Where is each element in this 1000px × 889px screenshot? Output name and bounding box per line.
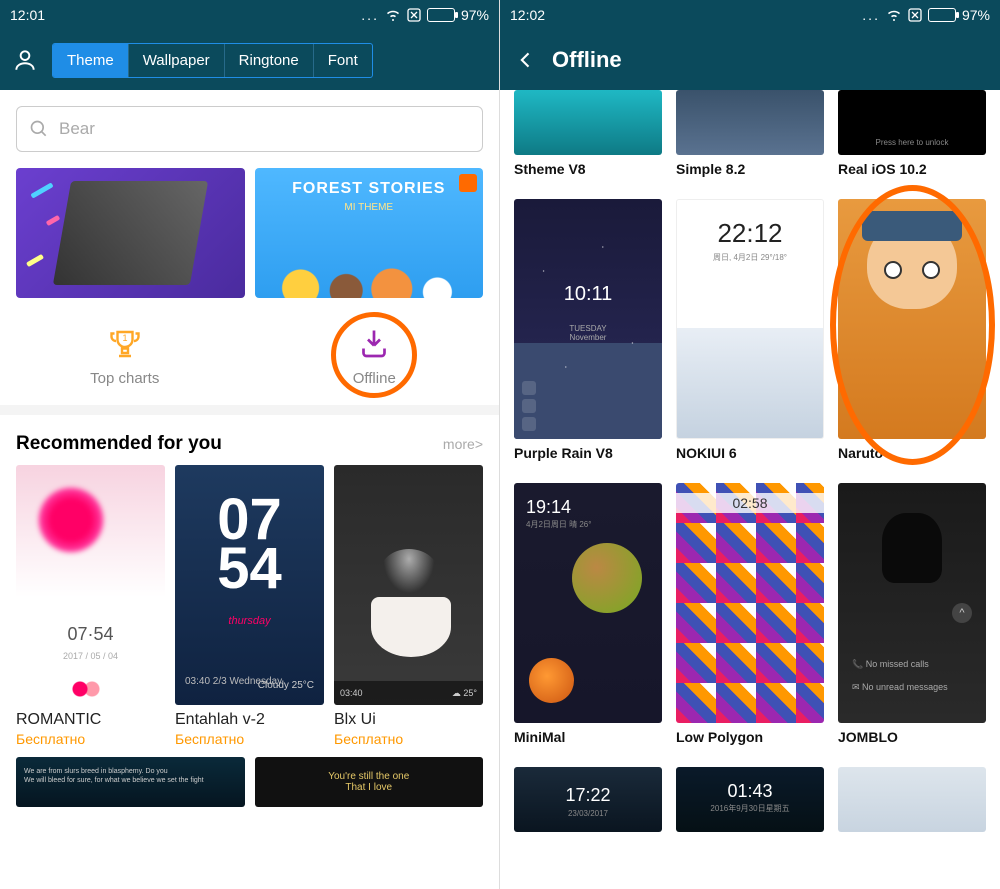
screen-theme-store: 12:01 ... 97% Theme Wallpaper Ringtone F… bbox=[0, 0, 500, 889]
offline-button[interactable]: Offline bbox=[250, 326, 500, 387]
trophy-icon: 1 bbox=[107, 326, 143, 362]
search-icon bbox=[29, 119, 49, 139]
theme-thumbnail bbox=[838, 767, 986, 832]
tab-ringtone[interactable]: Ringtone bbox=[225, 44, 314, 77]
status-icons: ... 97% bbox=[361, 7, 489, 23]
theme-card[interactable] bbox=[838, 767, 986, 832]
theme-card[interactable]: 10:11 TUESDAYNovember Purple Rain V8 bbox=[514, 199, 662, 471]
status-time: 12:02 bbox=[510, 7, 545, 23]
theme-name: Naruto bbox=[838, 445, 986, 461]
back-button[interactable] bbox=[516, 50, 536, 70]
status-icons: ... 97% bbox=[862, 7, 990, 23]
theme-name: Real iOS 10.2 bbox=[838, 161, 986, 177]
no-sim-icon bbox=[908, 8, 922, 22]
theme-name: JOMBLO bbox=[838, 729, 986, 745]
battery-icon bbox=[928, 8, 956, 22]
theme-thumbnail: 07·54 2017 / 05 / 04 bbox=[16, 465, 165, 705]
tab-wallpaper[interactable]: Wallpaper bbox=[129, 44, 225, 77]
profile-icon[interactable] bbox=[12, 47, 38, 73]
banner-forest-stories[interactable]: FOREST STORIES MI THEME bbox=[255, 168, 484, 298]
theme-name: ROMANTIC bbox=[16, 711, 165, 729]
header: Offline bbox=[500, 30, 1000, 90]
theme-card[interactable]: 01:43 2016年9月30日星期五 bbox=[676, 767, 824, 832]
wifi-icon bbox=[385, 9, 401, 21]
theme-grid: Stheme V8 Simple 8.2 Press here to unloc… bbox=[514, 90, 986, 832]
top-charts-button[interactable]: 1 Top charts bbox=[0, 326, 250, 387]
banner-jewelry-blue[interactable] bbox=[16, 168, 245, 298]
chevron-up-icon: ^ bbox=[952, 603, 972, 623]
theme-card[interactable]: 0754 thursday 03:40 2/3 Wednesday Cloudy… bbox=[175, 465, 324, 747]
battery-pct: 97% bbox=[962, 7, 990, 23]
recommended-row: 07·54 2017 / 05 / 04 ROMANTIC Бесплатно … bbox=[0, 465, 499, 747]
top-charts-label: Top charts bbox=[90, 370, 159, 387]
status-time: 12:01 bbox=[10, 7, 45, 23]
theme-card[interactable]: ^ 📞 No missed calls ✉ No unread messages… bbox=[838, 483, 986, 755]
status-bar: 12:01 ... 97% bbox=[0, 0, 499, 30]
search-input[interactable] bbox=[59, 119, 470, 139]
theme-thumbnail bbox=[676, 90, 824, 155]
theme-price: Бесплатно bbox=[16, 731, 165, 747]
tab-font[interactable]: Font bbox=[314, 44, 372, 77]
theme-thumbnail bbox=[514, 90, 662, 155]
category-tabs: Theme Wallpaper Ringtone Font bbox=[52, 43, 373, 78]
more-link[interactable]: more> bbox=[443, 436, 483, 452]
theme-card[interactable]: You're still the oneThat I love bbox=[255, 757, 484, 807]
quick-links: 1 Top charts Offline bbox=[0, 298, 499, 405]
theme-thumbnail: 0754 thursday 03:40 2/3 Wednesday Cloudy… bbox=[175, 465, 324, 705]
theme-card[interactable]: 02:58 Low Polygon bbox=[676, 483, 824, 755]
page-title: Offline bbox=[552, 47, 622, 73]
recommended-title: Recommended for you bbox=[16, 433, 222, 455]
theme-name: MiniMal bbox=[514, 729, 662, 745]
theme-card[interactable]: 19:14 4月2日周日 晴 26° MiniMal bbox=[514, 483, 662, 755]
tab-theme[interactable]: Theme bbox=[53, 44, 129, 77]
theme-thumbnail: 19:14 4月2日周日 晴 26° bbox=[514, 483, 662, 723]
theme-card[interactable]: Press here to unlock Real iOS 10.2 bbox=[838, 90, 986, 187]
theme-card[interactable]: 22:12 周日, 4月2日 29°/18° NOKIUI 6 bbox=[676, 199, 824, 471]
status-bar: 12:02 ... 97% bbox=[500, 0, 1000, 30]
theme-thumbnail bbox=[838, 199, 986, 439]
theme-thumbnail: ^ 📞 No missed calls ✉ No unread messages bbox=[838, 483, 986, 723]
theme-price: Бесплатно bbox=[334, 731, 483, 747]
highlight-circle bbox=[331, 312, 417, 398]
theme-card[interactable]: Simple 8.2 bbox=[676, 90, 824, 187]
featured-banners: FOREST STORIES MI THEME bbox=[0, 168, 499, 298]
wifi-icon bbox=[886, 9, 902, 21]
svg-text:1: 1 bbox=[122, 333, 127, 343]
theme-name: NOKIUI 6 bbox=[676, 445, 824, 461]
theme-thumbnail: 17:22 23/03/2017 bbox=[514, 767, 662, 832]
battery-pct: 97% bbox=[461, 7, 489, 23]
theme-card[interactable]: Stheme V8 bbox=[514, 90, 662, 187]
theme-price: Бесплатно bbox=[175, 731, 324, 747]
theme-thumbnail: 10:11 TUESDAYNovember bbox=[514, 199, 662, 439]
theme-name: Purple Rain V8 bbox=[514, 445, 662, 461]
theme-thumbnail: 03:40☁ 25° bbox=[334, 465, 483, 705]
screen-offline-themes: 12:02 ... 97% Offline Stheme V8 Simple 8… bbox=[500, 0, 1000, 889]
theme-name: Low Polygon bbox=[676, 729, 824, 745]
no-sim-icon bbox=[407, 8, 421, 22]
theme-name: Blx Ui bbox=[334, 711, 483, 729]
banner-title: FOREST STORIES bbox=[255, 180, 484, 198]
theme-card[interactable]: We are from slurs breed in blasphemy. Do… bbox=[16, 757, 245, 807]
banner-subtitle: MI THEME bbox=[255, 202, 484, 213]
theme-name: Simple 8.2 bbox=[676, 161, 824, 177]
theme-card[interactable]: 17:22 23/03/2017 bbox=[514, 767, 662, 832]
theme-name: Stheme V8 bbox=[514, 161, 662, 177]
theme-card[interactable]: 03:40☁ 25° Blx Ui Бесплатно bbox=[334, 465, 483, 747]
theme-thumbnail: Press here to unlock bbox=[838, 90, 986, 155]
theme-thumbnail: 22:12 周日, 4月2日 29°/18° bbox=[676, 199, 824, 439]
theme-card[interactable]: 07·54 2017 / 05 / 04 ROMANTIC Бесплатно bbox=[16, 465, 165, 747]
header: Theme Wallpaper Ringtone Font bbox=[0, 30, 499, 90]
battery-icon bbox=[427, 8, 455, 22]
theme-thumbnail: 02:58 bbox=[676, 483, 824, 723]
search-bar[interactable] bbox=[16, 106, 483, 152]
theme-thumbnail: 01:43 2016年9月30日星期五 bbox=[676, 767, 824, 832]
theme-card[interactable]: Naruto bbox=[838, 199, 986, 471]
theme-name: Entahlah v-2 bbox=[175, 711, 324, 729]
